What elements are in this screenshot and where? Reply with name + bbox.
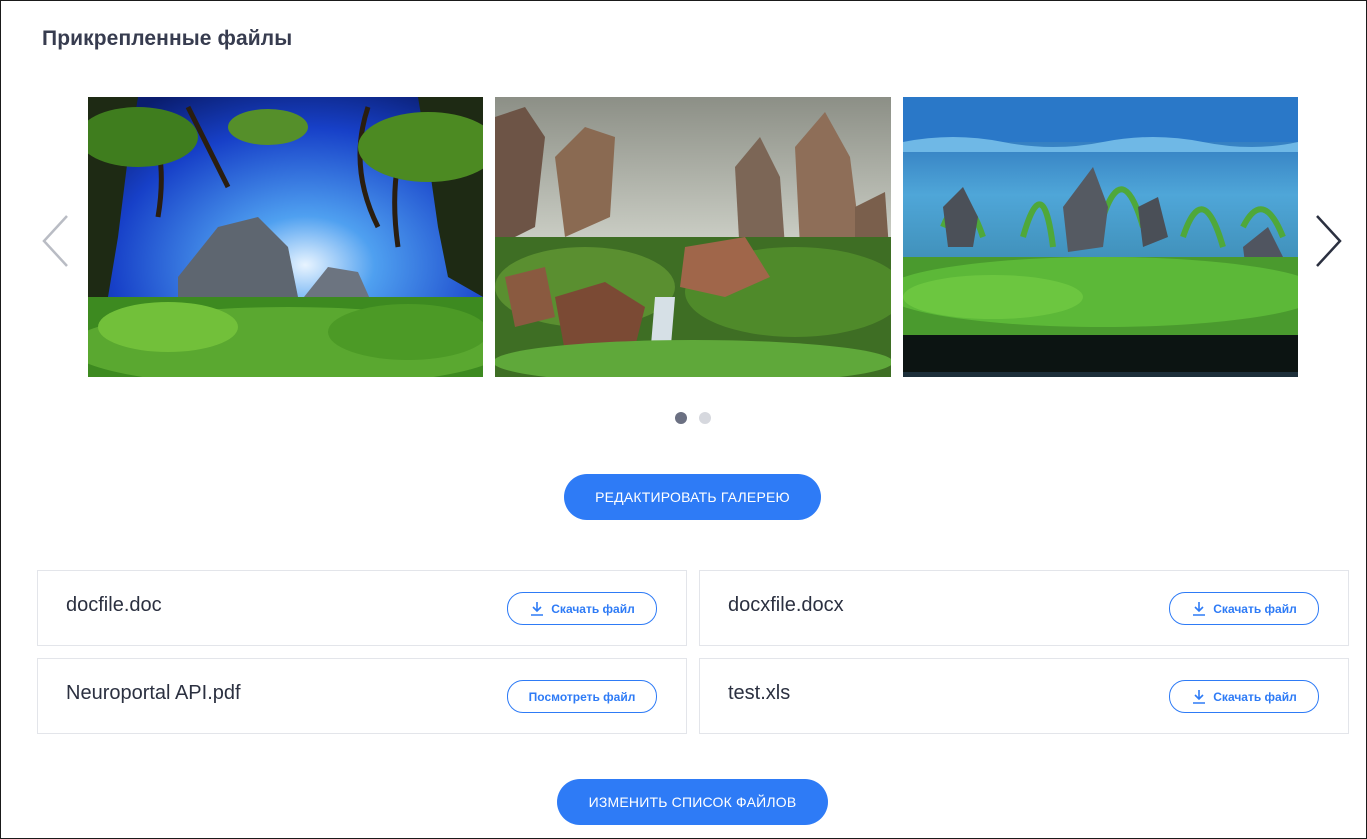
file-card: docfile.doc Скачать файл	[37, 570, 687, 646]
chevron-left-icon	[42, 215, 68, 267]
file-card: test.xls Скачать файл	[699, 658, 1349, 734]
edit-file-list-button[interactable]: ИЗМЕНИТЬ СПИСОК ФАЙЛОВ	[557, 779, 828, 825]
download-file-label: Скачать файл	[551, 601, 635, 616]
aquarium-forest-image	[88, 97, 483, 377]
download-icon	[1191, 689, 1207, 705]
view-file-label: Посмотреть файл	[528, 689, 636, 704]
edit-gallery-button[interactable]: РЕДАКТИРОВАТЬ ГАЛЕРЕЮ	[564, 474, 821, 520]
download-file-label: Скачать файл	[1213, 601, 1297, 616]
section-title: Прикрепленные файлы	[42, 27, 293, 50]
gallery-slide-3[interactable]	[903, 97, 1298, 377]
download-icon	[1191, 601, 1207, 617]
aquarium-grass-image	[903, 97, 1298, 377]
attached-files-panel: Прикрепленные файлы РЕДАКТИРОВАТЬ ГАЛЕРЕ…	[0, 0, 1367, 839]
gallery-slide-2[interactable]	[495, 97, 891, 377]
aquarium-rocks-image	[495, 97, 891, 377]
download-file-button[interactable]: Скачать файл	[1169, 680, 1319, 713]
file-name: docfile.doc	[66, 594, 162, 616]
file-name: Neuroportal API.pdf	[66, 682, 241, 704]
chevron-right-icon	[1316, 215, 1342, 267]
file-name: test.xls	[728, 682, 791, 704]
pagination-dot-2[interactable]	[699, 412, 711, 424]
pagination-dot-1[interactable]	[675, 412, 687, 424]
file-card: docxfile.docx Скачать файл	[699, 570, 1349, 646]
file-card: Neuroportal API.pdf Посмотреть файл	[37, 658, 687, 734]
view-file-button[interactable]: Посмотреть файл	[507, 680, 657, 713]
download-file-label: Скачать файл	[1213, 689, 1297, 704]
gallery-prev-button[interactable]	[39, 213, 71, 269]
download-icon	[529, 601, 545, 617]
download-file-button[interactable]: Скачать файл	[1169, 592, 1319, 625]
file-name: docxfile.docx	[728, 594, 844, 616]
gallery-slide-1[interactable]	[88, 97, 483, 377]
download-file-button[interactable]: Скачать файл	[507, 592, 657, 625]
gallery-next-button[interactable]	[1313, 213, 1345, 269]
